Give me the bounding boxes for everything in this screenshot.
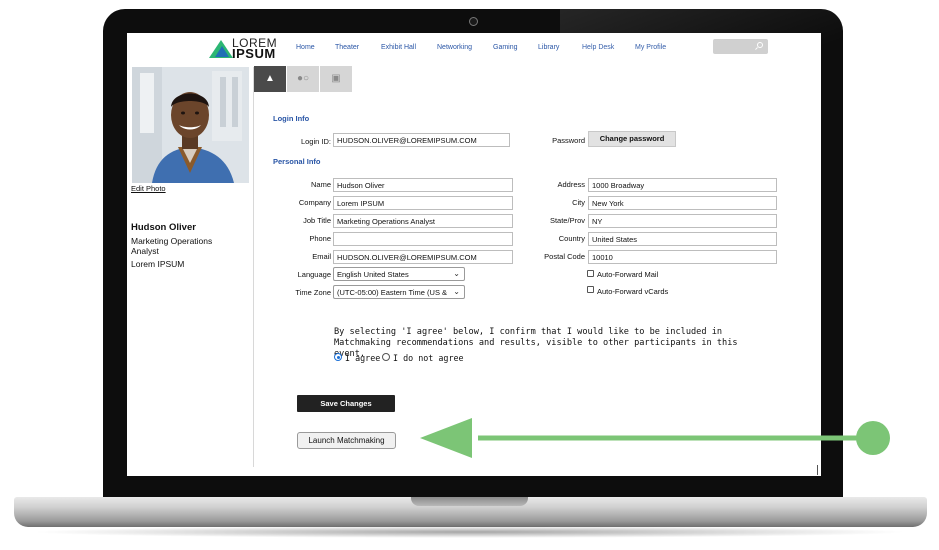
callout-dot <box>856 421 890 455</box>
callout-arrow-head <box>420 418 472 458</box>
callout-arrow <box>420 418 890 458</box>
